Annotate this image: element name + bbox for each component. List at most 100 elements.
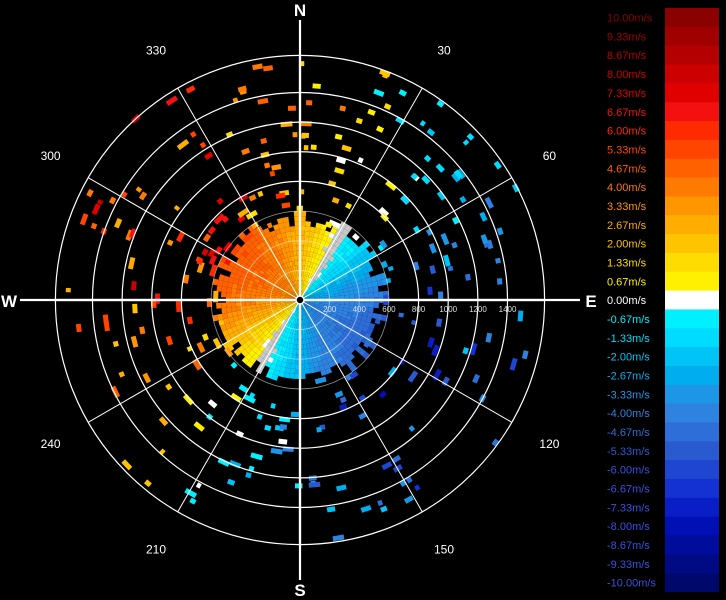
echo-cell [381, 260, 389, 269]
echo-cell [292, 132, 298, 138]
echo-cell [204, 151, 214, 161]
echo-cell [256, 413, 263, 420]
colorbar-swatch [665, 478, 719, 499]
colorbar-swatch [665, 460, 719, 480]
echo-cell [201, 333, 209, 341]
echo-cell [305, 100, 313, 106]
echo-cell [102, 314, 109, 324]
echo-cell [437, 291, 444, 299]
echo-cell [334, 133, 343, 141]
colorbar-swatch [665, 177, 719, 197]
echo-cell [400, 195, 410, 205]
echo-cell [216, 197, 224, 205]
echo-cell [398, 312, 404, 318]
echo-cell [199, 141, 207, 149]
echo-cell [250, 452, 263, 461]
velocity-cell [282, 216, 289, 223]
echo-cell [175, 300, 182, 313]
echo-cell [96, 199, 104, 206]
velocity-cell [230, 302, 237, 308]
azimuth-label: 240 [41, 437, 61, 451]
colorbar-swatch [665, 403, 719, 423]
velocity-cell [283, 372, 290, 379]
velocity-cell [373, 291, 380, 298]
echo-cell [245, 472, 252, 479]
echo-cell [114, 218, 123, 229]
velocity-cell [231, 287, 237, 294]
velocity-cell [284, 367, 291, 374]
echo-cell [427, 336, 435, 348]
echo-cell [264, 424, 272, 432]
colorbar-label: -1.33m/s [607, 333, 650, 345]
echo-cell [173, 204, 181, 212]
colorbar-swatch [665, 45, 719, 66]
colorbar-label: -5.33m/s [607, 446, 650, 458]
colorbar-swatch [665, 196, 719, 216]
velocity-cell [303, 348, 308, 355]
echo-cell [303, 145, 309, 151]
velocity-cell [245, 294, 251, 299]
echo-cell [326, 506, 336, 513]
velocity-cell [349, 294, 355, 299]
velocity-cell [368, 292, 375, 298]
echo-cell [378, 390, 387, 399]
colorbar-swatch [665, 497, 719, 518]
colorbar-labels: 10.00m/s 9.33m/s 8.67m/s 8.00m/s 7.33m/s 6.67… [607, 13, 656, 590]
radar-origin [295, 295, 305, 305]
cardinal-label-east: E [585, 292, 596, 311]
velocity-cell [304, 358, 309, 365]
velocity-cell [292, 245, 297, 252]
colorbar-label: -4.67m/s [607, 427, 650, 439]
velocity-cell [291, 353, 297, 360]
velocity-cell [283, 221, 290, 228]
echo-cell [186, 316, 194, 325]
colorbar-swatch [665, 252, 719, 273]
echo-cell [419, 120, 426, 127]
echo-cell [427, 286, 433, 295]
colorbar-label: 8.00m/s [607, 69, 647, 81]
echo-cell [380, 505, 388, 513]
echo-cell [91, 203, 101, 216]
velocity-cell [309, 226, 316, 233]
echo-cell [176, 138, 190, 151]
echo-cell [381, 461, 393, 471]
echo-cell [165, 335, 174, 346]
echo-cell [421, 175, 431, 185]
colorbar-label: 2.00m/s [607, 239, 647, 251]
echo-cell [496, 278, 503, 285]
echo-cell [440, 232, 450, 246]
velocity-cell [250, 294, 256, 299]
echo-cell [185, 85, 196, 94]
colorbar-label: 9.33m/s [607, 31, 647, 43]
echo-cell [166, 239, 174, 247]
echo-cell [465, 273, 471, 281]
velocity-cell [344, 301, 350, 306]
colorbar-label: 7.33m/s [607, 88, 647, 100]
echo-cell [391, 454, 402, 464]
echo-cell [339, 105, 347, 112]
velocity-cell [250, 301, 256, 306]
echo-cell [426, 128, 436, 137]
echo-cell [339, 396, 347, 404]
colorbar-label: -8.67m/s [607, 540, 650, 552]
velocity-cell [339, 295, 345, 299]
echo-cell [90, 222, 98, 230]
velocity-cell [235, 293, 242, 298]
velocity-cell [363, 292, 370, 298]
echo-cell [375, 125, 385, 133]
velocity-cell [255, 295, 261, 299]
echo-cell [202, 233, 212, 243]
velocity-cell [368, 302, 375, 308]
echo-cell [357, 156, 364, 164]
echo-cell [207, 226, 217, 235]
colorbar-swatch [665, 102, 719, 122]
colorbar-label: -2.00m/s [607, 352, 650, 364]
echo-cell [459, 195, 467, 204]
colorbar-swatch [665, 64, 719, 84]
echo-cell [308, 481, 321, 488]
colorbar-swatch [665, 516, 719, 536]
echo-cell [278, 438, 288, 445]
echo-cell [509, 357, 518, 371]
echo-cell [493, 160, 502, 170]
velocity-cell [220, 291, 227, 298]
